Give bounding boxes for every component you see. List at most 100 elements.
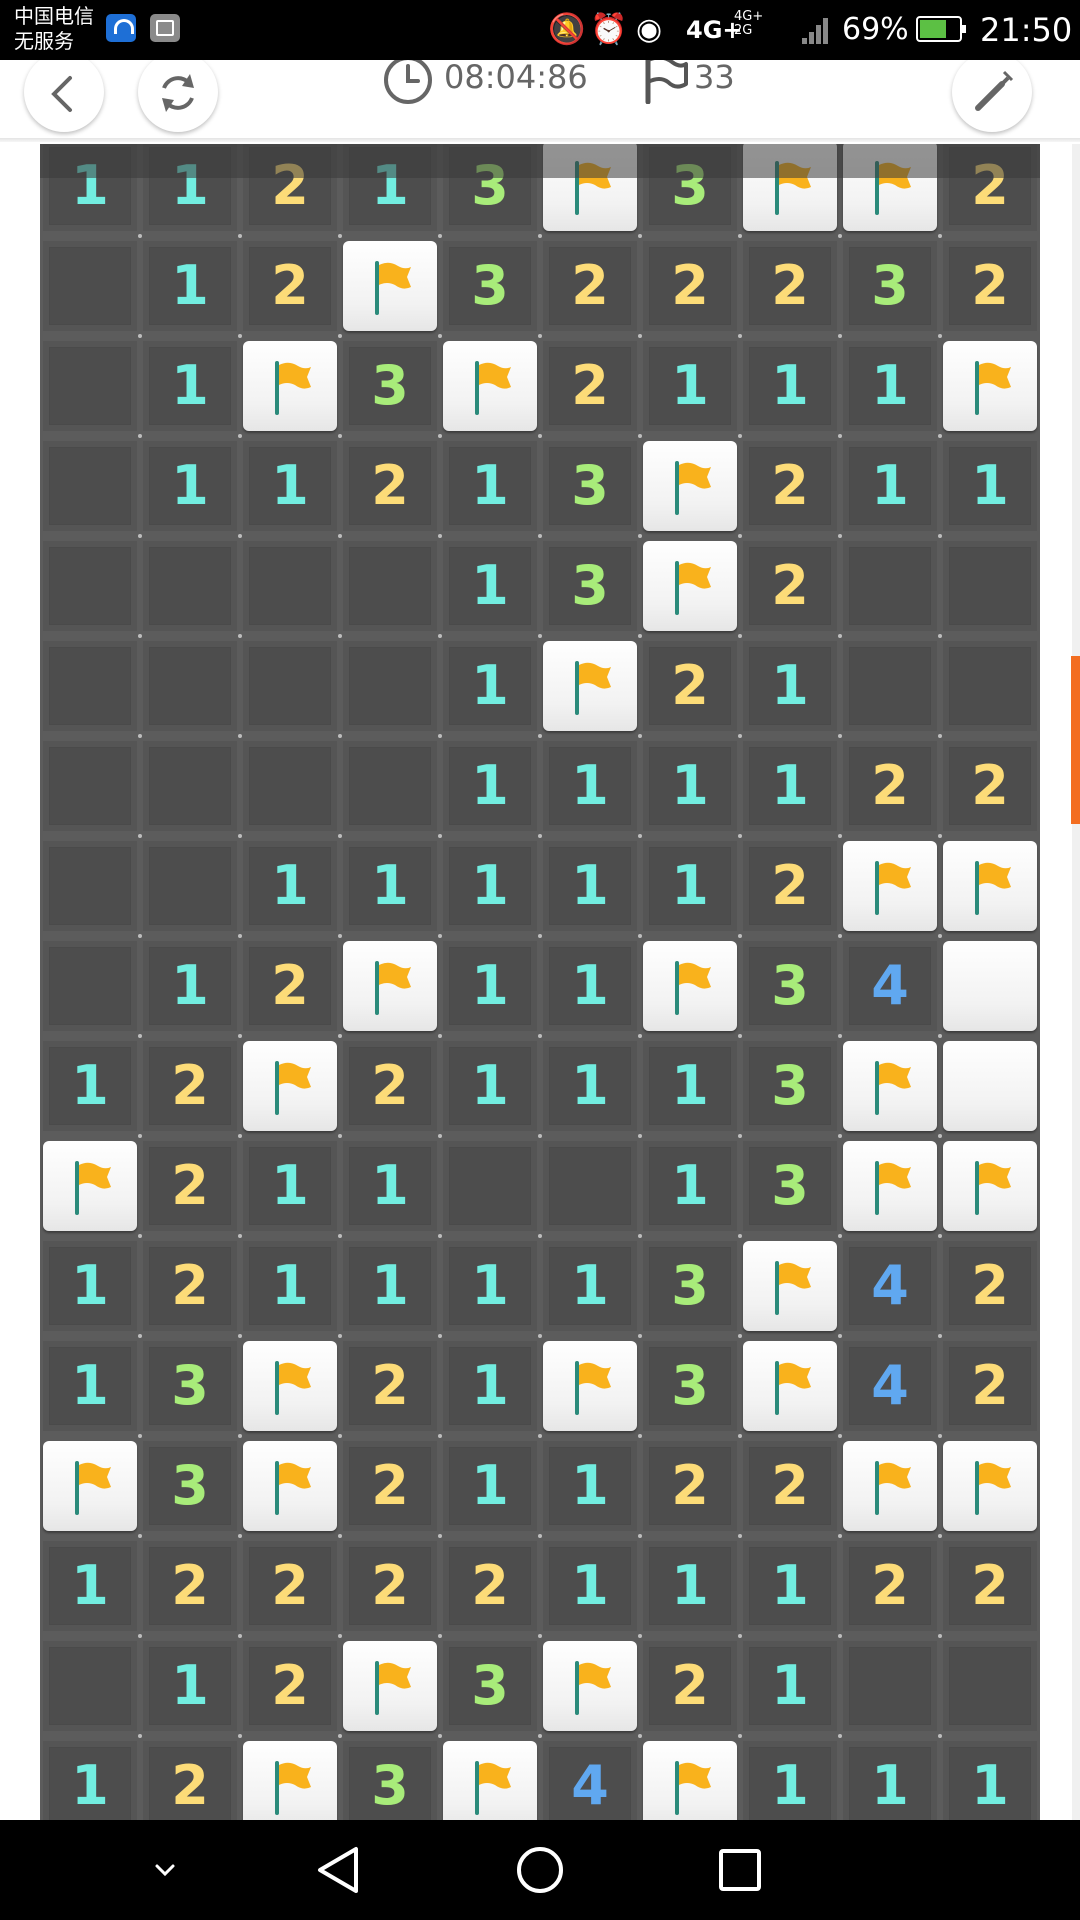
number-tile[interactable]: 1 (843, 1741, 937, 1820)
empty-tile[interactable] (943, 541, 1037, 631)
empty-tile[interactable] (343, 741, 437, 831)
empty-tile[interactable] (43, 241, 137, 331)
number-tile[interactable]: 1 (343, 1241, 437, 1331)
number-tile[interactable]: 1 (143, 144, 237, 231)
number-tile[interactable]: 1 (443, 1241, 537, 1331)
scroll-track[interactable] (1072, 144, 1080, 1820)
number-tile[interactable]: 1 (643, 841, 737, 931)
flagged-tile[interactable] (343, 941, 437, 1031)
restart-button[interactable] (138, 52, 218, 132)
flagged-tile[interactable] (743, 1241, 837, 1331)
number-tile[interactable]: 1 (43, 1541, 137, 1631)
flagged-tile[interactable] (243, 1041, 337, 1131)
number-tile[interactable]: 2 (243, 1641, 337, 1731)
number-tile[interactable]: 2 (243, 241, 337, 331)
number-tile[interactable]: 2 (343, 1441, 437, 1531)
number-tile[interactable]: 1 (343, 1141, 437, 1231)
number-tile[interactable]: 1 (743, 1541, 837, 1631)
flagged-tile[interactable] (943, 1141, 1037, 1231)
number-tile[interactable]: 1 (543, 1441, 637, 1531)
scroll-thumb[interactable] (1071, 656, 1080, 824)
flagged-tile[interactable] (843, 841, 937, 931)
back-triangle-icon[interactable] (290, 1820, 390, 1920)
number-tile[interactable]: 2 (743, 1441, 837, 1531)
flagged-tile[interactable] (843, 1041, 937, 1131)
number-tile[interactable]: 2 (743, 541, 837, 631)
flagged-tile[interactable] (643, 541, 737, 631)
number-tile[interactable]: 1 (943, 441, 1037, 531)
number-tile[interactable]: 1 (243, 1241, 337, 1331)
number-tile[interactable]: 1 (143, 241, 237, 331)
number-tile[interactable]: 4 (843, 1341, 937, 1431)
number-tile[interactable]: 1 (943, 1741, 1037, 1820)
empty-tile[interactable] (43, 941, 137, 1031)
number-tile[interactable]: 1 (643, 1141, 737, 1231)
number-tile[interactable]: 1 (543, 1541, 637, 1631)
number-tile[interactable]: 1 (643, 741, 737, 831)
flagged-tile[interactable] (843, 1141, 937, 1231)
number-tile[interactable]: 2 (243, 941, 337, 1031)
number-tile[interactable]: 1 (43, 144, 137, 231)
number-tile[interactable]: 2 (343, 1041, 437, 1131)
empty-tile[interactable] (243, 741, 337, 831)
number-tile[interactable]: 1 (243, 841, 337, 931)
number-tile[interactable]: 2 (643, 1641, 737, 1731)
number-tile[interactable]: 3 (743, 1041, 837, 1131)
number-tile[interactable]: 1 (443, 541, 537, 631)
number-tile[interactable]: 2 (843, 741, 937, 831)
empty-tile[interactable] (43, 441, 137, 531)
number-tile[interactable]: 2 (543, 241, 637, 331)
number-tile[interactable]: 1 (543, 1241, 637, 1331)
chevron-down-icon[interactable] (115, 1820, 215, 1920)
flagged-tile[interactable] (43, 1441, 137, 1531)
number-tile[interactable]: 1 (443, 441, 537, 531)
number-tile[interactable]: 3 (443, 241, 537, 331)
number-tile[interactable]: 3 (143, 1341, 237, 1431)
number-tile[interactable]: 3 (343, 1741, 437, 1820)
number-tile[interactable]: 1 (743, 641, 837, 731)
empty-tile[interactable] (243, 541, 337, 631)
number-tile[interactable]: 1 (843, 341, 937, 431)
number-tile[interactable]: 2 (443, 1541, 537, 1631)
number-tile[interactable]: 2 (143, 1141, 237, 1231)
number-tile[interactable]: 1 (443, 641, 537, 731)
number-tile[interactable]: 3 (843, 241, 937, 331)
flagged-tile[interactable] (543, 641, 637, 731)
number-tile[interactable]: 2 (543, 341, 637, 431)
flagged-tile[interactable] (743, 1341, 837, 1431)
number-tile[interactable]: 3 (543, 541, 637, 631)
number-tile[interactable]: 2 (843, 1541, 937, 1631)
flagged-tile[interactable] (543, 1341, 637, 1431)
empty-tile[interactable] (143, 741, 237, 831)
number-tile[interactable]: 1 (543, 941, 637, 1031)
number-tile[interactable]: 2 (643, 241, 737, 331)
number-tile[interactable]: 3 (543, 441, 637, 531)
number-tile[interactable]: 4 (543, 1741, 637, 1820)
empty-tile[interactable] (443, 1141, 537, 1231)
number-tile[interactable]: 1 (443, 1441, 537, 1531)
number-tile[interactable]: 1 (143, 441, 237, 531)
number-tile[interactable]: 1 (343, 841, 437, 931)
flagged-tile[interactable] (543, 144, 637, 231)
home-circle-icon[interactable] (490, 1820, 590, 1920)
flagged-tile[interactable] (443, 1741, 537, 1820)
number-tile[interactable]: 2 (143, 1741, 237, 1820)
number-tile[interactable]: 2 (143, 1041, 237, 1131)
flagged-tile[interactable] (343, 241, 437, 331)
number-tile[interactable]: 2 (643, 1441, 737, 1531)
number-tile[interactable]: 2 (943, 241, 1037, 331)
flagged-tile[interactable] (43, 1141, 137, 1231)
number-tile[interactable]: 1 (43, 1041, 137, 1131)
flagged-tile[interactable] (643, 441, 737, 531)
number-tile[interactable]: 2 (943, 1241, 1037, 1331)
unrevealed-tile[interactable] (943, 941, 1037, 1031)
number-tile[interactable]: 2 (243, 1541, 337, 1631)
unrevealed-tile[interactable] (943, 1041, 1037, 1131)
empty-tile[interactable] (343, 641, 437, 731)
flagged-tile[interactable] (243, 1441, 337, 1531)
number-tile[interactable]: 1 (543, 1041, 637, 1131)
flagged-tile[interactable] (943, 841, 1037, 931)
empty-tile[interactable] (143, 541, 237, 631)
number-tile[interactable]: 4 (843, 941, 937, 1031)
number-tile[interactable]: 1 (543, 741, 637, 831)
